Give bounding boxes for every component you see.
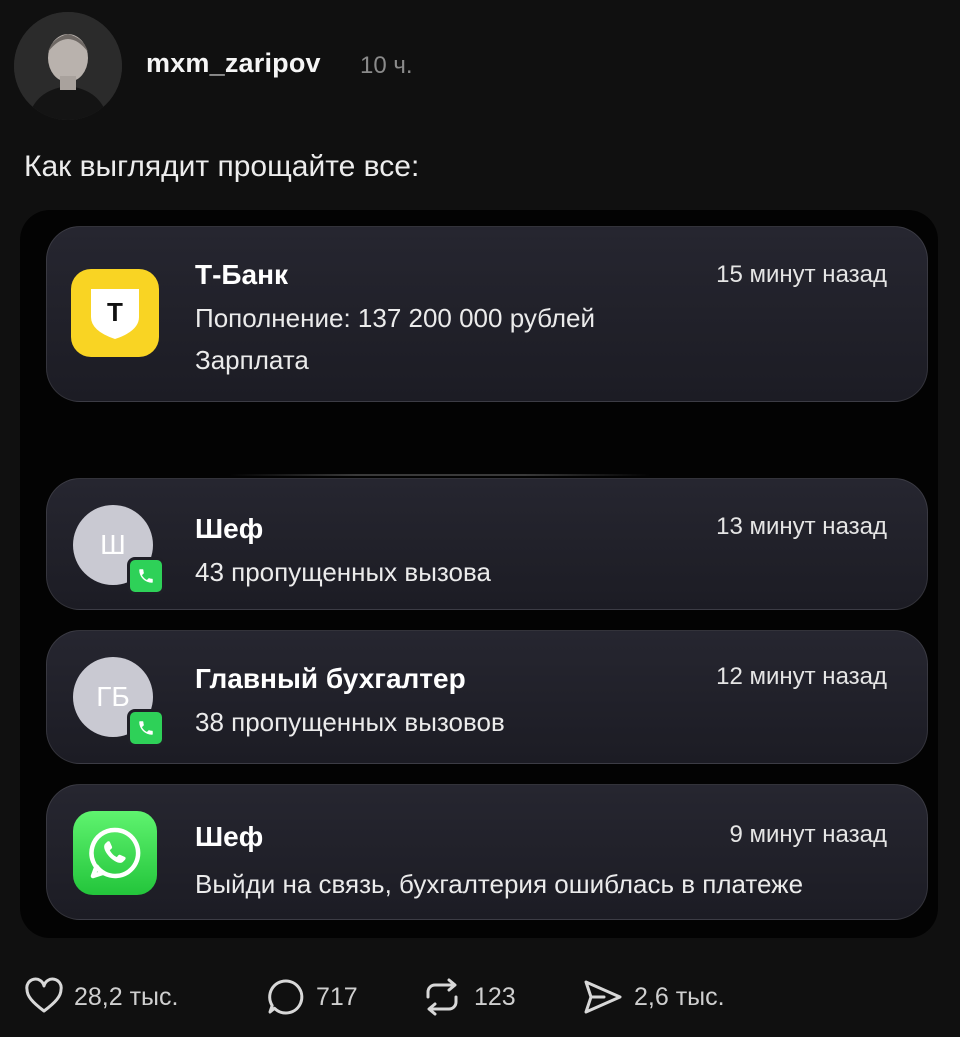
share-icon (584, 980, 622, 1014)
repost-count: 123 (474, 982, 516, 1011)
phone-icon (127, 709, 165, 747)
notification-body: Выйди на связь, бухгалтерия ошиблась в п… (195, 869, 804, 899)
heart-icon (25, 977, 63, 1013)
author-username[interactable]: mxm_zaripov (146, 48, 321, 79)
share-count: 2,6 тыс. (634, 982, 725, 1011)
phone-icon (127, 557, 165, 595)
notification-title: Шеф (195, 821, 264, 852)
repost-button[interactable]: 123 (420, 972, 516, 1022)
notification-missed-calls-chef: Ш Шеф 13 минут назад 43 пропущенных вызо… (46, 478, 928, 610)
notification-time: 13 минут назад (716, 513, 887, 540)
tbank-logo-letter: Т (107, 297, 123, 327)
notification-time: 9 минут назад (729, 821, 887, 848)
notification-title: Шеф (195, 513, 264, 544)
notification-time: 15 минут назад (716, 261, 887, 288)
notification-body: 43 пропущенных вызова (195, 557, 491, 587)
post-time: 10 ч. (360, 52, 413, 79)
notification-tbank: Т Т-Банк 15 минут назад Пополнение: 137 … (46, 226, 928, 402)
like-count: 28,2 тыс. (74, 982, 179, 1011)
post-text: Как выглядит прощайте все: (24, 150, 420, 183)
comment-button[interactable]: 717 (266, 972, 358, 1022)
share-button[interactable]: 2,6 тыс. (582, 972, 725, 1022)
repost-icon (426, 978, 458, 1016)
notification-title: Главный бухгалтер (195, 663, 466, 694)
notification-body: Пополнение: 137 200 000 рублей (195, 303, 596, 333)
notification-whatsapp: Шеф 9 минут назад Выйди на связь, бухгал… (46, 784, 928, 920)
divider (230, 474, 650, 476)
post-actions: 28,2 тыс. 717 123 2,6 тыс. (0, 972, 960, 1022)
author-avatar[interactable] (14, 12, 122, 120)
notification-body: 38 пропущенных вызовов (195, 707, 505, 737)
notification-title: Т-Банк (195, 259, 289, 290)
tbank-app-icon: Т (71, 269, 159, 357)
comment-icon (268, 979, 304, 1015)
notification-body-secondary: Зарплата (195, 345, 309, 375)
notification-time: 12 минут назад (716, 663, 887, 690)
notification-missed-calls-accountant: ГБ Главный бухгалтер 12 минут назад 38 п… (46, 630, 928, 764)
whatsapp-icon (73, 811, 157, 895)
like-button[interactable]: 28,2 тыс. (24, 972, 178, 1022)
comment-count: 717 (316, 982, 358, 1011)
